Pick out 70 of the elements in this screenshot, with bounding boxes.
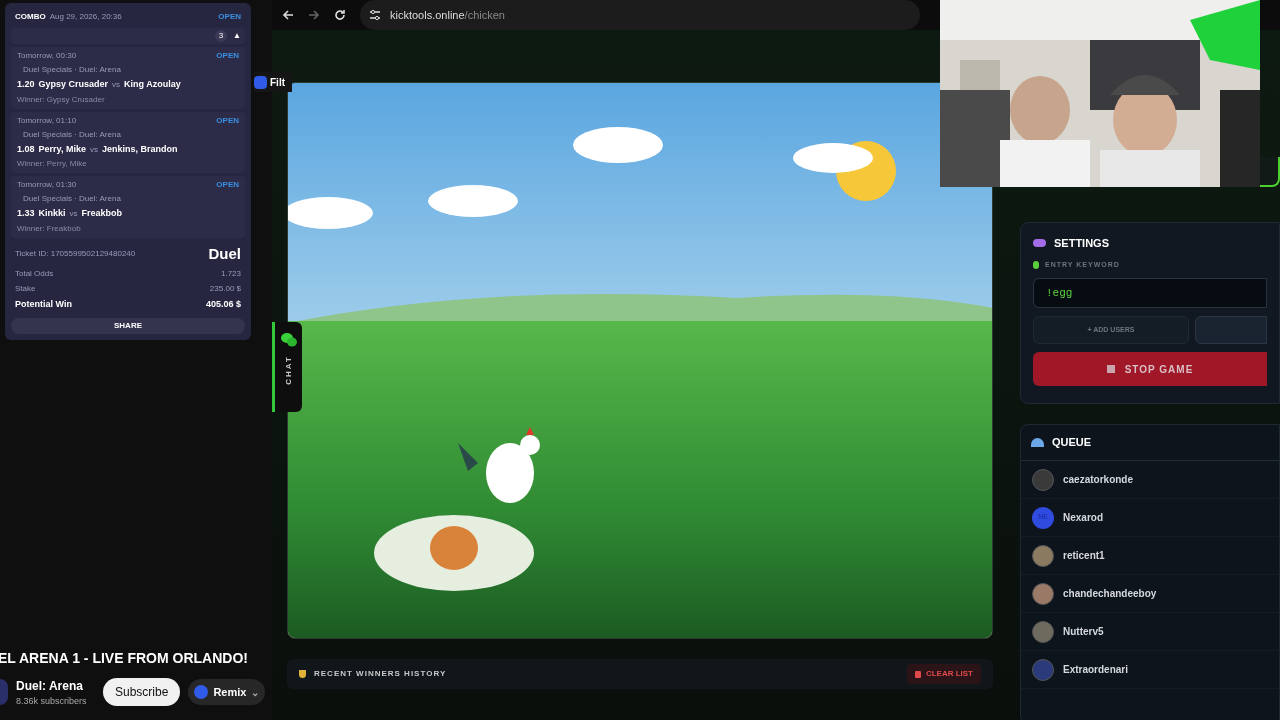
forward-icon[interactable] <box>308 9 320 21</box>
versus-label: vs <box>89 143 98 156</box>
app-icon <box>254 75 267 89</box>
subscribe-button[interactable]: Subscribe <box>103 678 181 707</box>
total-value: 1.723 <box>220 268 241 280</box>
leg-odds: 1.33 <box>17 207 35 220</box>
user-name: caezatorkonde <box>1063 473 1134 487</box>
queue-item[interactable]: reticent1 <box>1021 537 1279 575</box>
total-label: Stake <box>15 283 36 295</box>
slip-type: COMBO <box>15 11 46 23</box>
status-label: OPEN <box>218 11 241 23</box>
user-name: chandechandeeboy <box>1063 587 1157 601</box>
channel-name[interactable]: Duel: Arena <box>16 676 87 695</box>
section-title: RECENT WINNERS HISTORY <box>314 668 447 680</box>
league-label: Duel Specials · Duel: Arena <box>22 128 122 141</box>
queue-item[interactable]: Extraordenari <box>1021 651 1279 689</box>
versus-label: vs <box>69 208 78 220</box>
league-label: Duel Specials · Duel: Arena <box>22 64 122 76</box>
slip-date: Aug 29, 2026, 20:36 <box>49 11 122 23</box>
chevron-icon: ⌄ <box>251 684 260 700</box>
queue-item[interactable]: Nutterv5 <box>1021 613 1279 651</box>
leg-time: Tomorrow, 01:30 <box>17 179 77 191</box>
reload-icon[interactable] <box>334 9 346 21</box>
team-name: Perry, Mike <box>38 142 86 156</box>
versus-label: vs <box>112 79 121 91</box>
user-name: Nutterv5 <box>1063 625 1104 639</box>
queue-item[interactable]: chandechandeeboy <box>1021 575 1279 613</box>
section-title: SETTINGS <box>1054 236 1109 251</box>
team-name: Freakbob <box>81 207 123 220</box>
app-icon <box>194 685 209 700</box>
settings-icon[interactable] <box>368 8 382 22</box>
status-label: OPEN <box>216 114 239 127</box>
pick-label: Winner: Freakbob <box>17 222 82 235</box>
team-name: Jenkins, Brandon <box>101 142 178 156</box>
clear-list-button[interactable]: CLEAR LIST <box>906 664 981 684</box>
total-label: Total Odds <box>15 268 54 280</box>
pick-label: Winner: Perry, Mike <box>17 158 88 170</box>
total-label: Potential Win <box>15 298 72 311</box>
leg-count: 3 <box>215 30 228 42</box>
ticket-id: Ticket ID: 1705599502129480240 <box>15 247 136 260</box>
league-label: Duel Specials · Duel: Arena <box>22 193 122 205</box>
pick-label: Winner: Gypsy Crusader <box>17 93 106 106</box>
chat-icon <box>279 332 298 348</box>
section-title: QUEUE <box>1052 435 1092 451</box>
subscriber-count: 8.36k subscribers <box>16 694 87 708</box>
user-name: reticent1 <box>1063 549 1105 563</box>
total-value: 405.06 $ <box>205 298 241 311</box>
stop-game-button[interactable]: STOP GAME <box>1033 352 1267 386</box>
leg-time: Tomorrow, 01:10 <box>17 114 77 127</box>
chat-tab[interactable]: CHAT <box>272 322 302 412</box>
keyword-field[interactable]: !egg <box>1033 278 1267 308</box>
back-icon[interactable] <box>282 9 294 21</box>
total-value: 235.00 $ <box>209 283 241 295</box>
leg-odds: 1.08 <box>17 142 35 156</box>
status-label: OPEN <box>216 50 239 62</box>
address-bar[interactable]: kicktools.online/chicken <box>360 0 920 30</box>
share-button[interactable]: SHARE <box>11 317 245 334</box>
leg-odds: 1.20 <box>17 78 35 91</box>
remix-button[interactable]: Remix ⌄ <box>188 679 266 706</box>
user-name: Nexarod <box>1063 511 1103 525</box>
status-label: OPEN <box>216 179 239 191</box>
brand-logo: Duel <box>208 243 241 264</box>
stop-icon <box>1106 365 1115 373</box>
team-name: King Azoulay <box>124 78 181 91</box>
team-name: Kinkki <box>38 207 66 220</box>
caret-icon[interactable]: ▲ <box>233 30 241 42</box>
leg-time: Tomorrow, 00:30 <box>17 50 77 62</box>
user-name: Extraordenari <box>1063 663 1129 677</box>
team-name: Gypsy Crusader <box>38 78 109 91</box>
queue-item[interactable]: caezatorkonde <box>1021 461 1279 499</box>
